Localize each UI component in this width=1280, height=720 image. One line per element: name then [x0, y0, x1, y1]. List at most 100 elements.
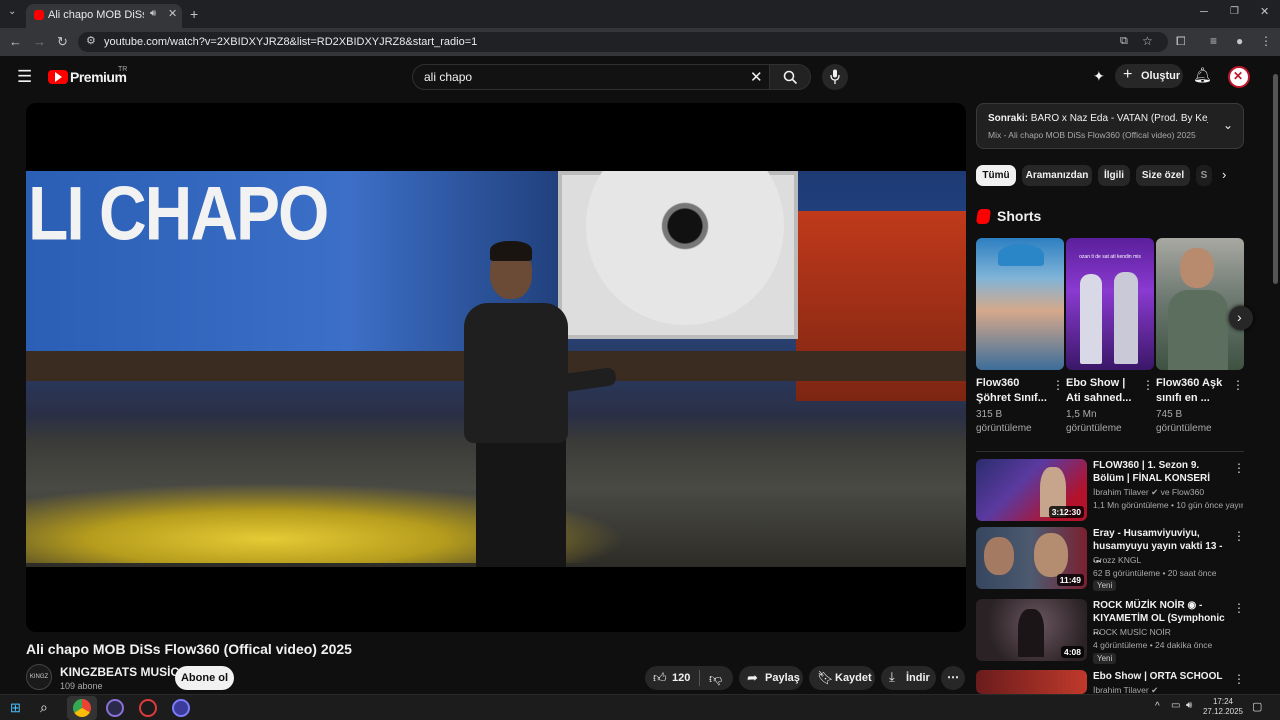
video-duration: 4:08	[1060, 646, 1084, 658]
create-button[interactable]: + Oluştur	[1115, 64, 1183, 88]
taskbar-search-icon[interactable]: ⌕	[40, 699, 48, 716]
short-title: Flow360 Şöhret Sınıf...	[976, 377, 1047, 404]
restore-icon[interactable]: ❐	[1230, 7, 1239, 17]
more-vertical-icon[interactable]: ⋮	[1233, 601, 1245, 615]
up-next-box[interactable]: Sonraki: BARO x Naz Eda - VATAN (Prod. B…	[976, 103, 1244, 149]
more-vertical-icon[interactable]: ⋮	[1052, 378, 1064, 392]
page-scrollbar[interactable]	[1270, 56, 1280, 694]
premium-sparkle-icon[interactable]: ✦	[1093, 68, 1105, 85]
channel-avatar[interactable]: KINGZ	[26, 664, 52, 690]
new-badge: Yeni	[1093, 653, 1117, 664]
more-vertical-icon[interactable]: ⋮	[1142, 378, 1154, 392]
url-field[interactable]: ⚙ youtube.com/watch?v=2XBIDXYJRZ8&list=R…	[78, 32, 1168, 52]
forward-icon[interactable]: →	[33, 35, 46, 48]
app-icon[interactable]	[106, 699, 124, 717]
video-player[interactable]: LI CHAPO	[26, 103, 966, 632]
channel-name[interactable]: KINGZBEATS MUSİC	[60, 665, 179, 679]
chrome-app-icon[interactable]	[73, 699, 91, 717]
chrome-menu-icon[interactable]: ⋮	[1260, 35, 1272, 47]
video-title: Ali chapo MOB DiSs Flow360 (Offical vide…	[26, 641, 352, 657]
more-vertical-icon[interactable]: ⋮	[1233, 461, 1245, 475]
subscribe-button[interactable]: Abone ol	[175, 666, 234, 690]
youtube-premium-logo[interactable]: Premium TR	[48, 66, 148, 88]
dislike-button[interactable]: 👎︎	[701, 666, 733, 690]
clock[interactable]: 17:24 27.12.2025	[1200, 697, 1246, 717]
voice-search-button[interactable]	[822, 64, 848, 90]
youtube-favicon-icon	[34, 10, 44, 20]
search-button[interactable]	[769, 64, 811, 90]
new-tab-icon[interactable]: +	[190, 7, 198, 21]
windows-start-icon[interactable]: ⊞	[10, 700, 21, 716]
short-views: 745 B görüntüleme	[1156, 409, 1212, 434]
video-channel[interactable]: İbrahim Tilaver ✔ ve Flow360	[1093, 487, 1243, 498]
app-icon[interactable]	[172, 699, 190, 717]
user-avatar[interactable]: ✕	[1228, 66, 1250, 88]
site-info-icon[interactable]: ⚙	[86, 36, 96, 47]
recommended-video[interactable]: Ebo Show | ORTA SCHOOL İbrahim Tilaver ✔…	[976, 670, 1244, 694]
close-window-icon[interactable]: ✕	[1260, 7, 1269, 18]
search-input[interactable]: ali chapo ✕	[412, 64, 770, 90]
browser-tab[interactable]: Ali chapo MOB DiSs Flow360 🔊︎ ✕	[26, 4, 182, 28]
chip-related[interactable]: İlgili	[1098, 165, 1130, 186]
recommended-video[interactable]: 4:08 ROCK MÜZİK NOİR ◉ - KIYAMETİM OL (S…	[976, 599, 1245, 664]
chip-from-search[interactable]: Aramanızdan	[1022, 165, 1092, 186]
close-tab-icon[interactable]: ✕	[168, 9, 177, 20]
more-actions-button[interactable]: ⋯	[941, 666, 965, 690]
extensions-icon[interactable]: ⧠	[1176, 35, 1186, 47]
video-channel[interactable]: İbrahim Tilaver ✔	[1093, 685, 1243, 694]
save-label: Kaydet	[835, 672, 872, 684]
share-button[interactable]: ➦ Paylaş	[739, 666, 803, 690]
short-thumbnail[interactable]	[976, 238, 1064, 370]
video-channel[interactable]: Grozz KNGL	[1093, 555, 1243, 565]
chip-for-you[interactable]: Size özel	[1136, 165, 1190, 186]
short-views: 315 B görüntüleme	[976, 409, 1032, 434]
clear-search-icon[interactable]: ✕	[750, 68, 763, 86]
notification-center-icon[interactable]: ▢	[1252, 700, 1262, 713]
notifications-bell-icon[interactable]: 🔔︎	[1193, 66, 1212, 84]
recommended-video[interactable]: 11:49 Eray - Husamviyuviyu, husamyuyu ya…	[976, 527, 1245, 591]
shorts-next-button[interactable]: ›	[1229, 306, 1253, 330]
profile-icon[interactable]: ●	[1236, 35, 1243, 47]
video-duration: 3:12:30	[1048, 506, 1084, 518]
short-thumbnail[interactable]	[1156, 238, 1244, 370]
tray-chevron-up-icon[interactable]: ^	[1155, 701, 1160, 712]
network-icon[interactable]: ▭	[1171, 700, 1180, 711]
video-channel[interactable]: ROCK MUSİC NOİR	[1093, 627, 1243, 637]
thumbs-down-icon: 👎︎	[709, 671, 723, 686]
hamburger-menu-icon[interactable]: ☰	[17, 67, 32, 87]
more-vertical-icon[interactable]: ⋮	[1233, 672, 1244, 686]
volume-icon[interactable]: 🔊︎	[1186, 700, 1192, 711]
minimize-icon[interactable]: ─	[1200, 7, 1208, 18]
short-thumbnail[interactable]: ozan ti de sat ati kendin mis	[1066, 238, 1154, 370]
short-card[interactable]: Flow360 Aşk sınıfı en ... 745 B görüntül…	[1156, 238, 1244, 434]
media-control-icon[interactable]: ≡	[1210, 35, 1217, 47]
video-thumbnail[interactable]: 4:08	[976, 599, 1087, 661]
bookmark-star-icon[interactable]: ☆	[1142, 35, 1153, 47]
speaker-icon[interactable]: 🔊︎	[150, 9, 156, 19]
new-badge: Yeni	[1093, 580, 1117, 591]
chip-all[interactable]: Tümü	[976, 165, 1016, 186]
short-card[interactable]: ozan ti de sat ati kendin mis Ebo Show |…	[1066, 238, 1154, 434]
tab-search-icon[interactable]: ⌄	[8, 7, 16, 17]
more-vertical-icon[interactable]: ⋮	[1233, 529, 1245, 543]
like-button[interactable]: 👍︎ 120	[645, 666, 699, 690]
video-thumbnail[interactable]: 3:12:30	[976, 459, 1087, 521]
short-card[interactable]: Flow360 Şöhret Sınıf... 315 B görüntülem…	[976, 238, 1064, 434]
video-thumbnail[interactable]	[976, 670, 1087, 694]
chip-partial[interactable]: S	[1196, 165, 1212, 186]
cast-icon[interactable]: ⧉	[1120, 36, 1128, 47]
short-title: Flow360 Aşk sınıfı en ...	[1156, 377, 1223, 404]
reload-icon[interactable]: ↻	[57, 35, 68, 48]
more-vertical-icon[interactable]: ⋮	[1232, 378, 1244, 392]
subscriber-count: 109 abone	[60, 681, 103, 691]
recommended-video[interactable]: 3:12:30 FLOW360 | 1. Sezon 9. Bölüm | Fİ…	[976, 459, 1245, 523]
youtube-header: ☰ Premium TR ali chapo ✕ ✦ + Oluştur 🔔︎ …	[0, 56, 1270, 98]
video-thumbnail[interactable]: 11:49	[976, 527, 1087, 589]
download-button[interactable]: ⤓ İndir	[881, 666, 936, 690]
save-button[interactable]: 🔖︎ Kaydet	[809, 666, 875, 690]
chevron-down-icon[interactable]: ⌄	[1223, 118, 1233, 132]
video-frame: LI CHAPO	[26, 171, 966, 567]
chips-next-chevron-icon[interactable]: ›	[1222, 167, 1226, 182]
back-icon[interactable]: ←	[9, 35, 22, 48]
app-icon[interactable]	[139, 699, 157, 717]
